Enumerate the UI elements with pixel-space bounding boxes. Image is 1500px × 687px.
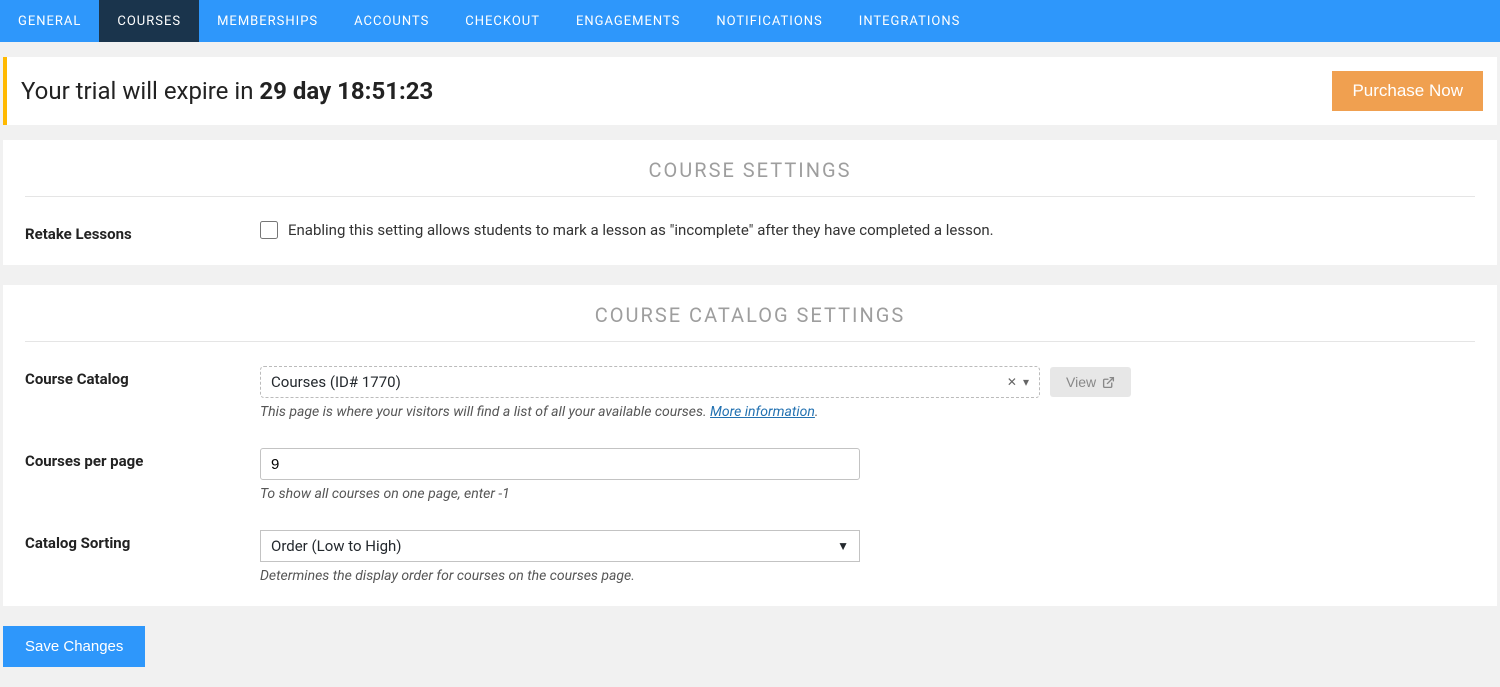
tab-notifications[interactable]: NOTIFICATIONS	[698, 0, 840, 42]
trial-countdown: 29 day 18:51:23	[259, 77, 433, 105]
trial-prefix: Your trial will expire in	[21, 77, 259, 105]
purchase-button[interactable]: Purchase Now	[1332, 71, 1483, 111]
tab-courses[interactable]: COURSES	[99, 0, 199, 42]
course-catalog-select[interactable]: Courses (ID# 1770) ✕ ▾	[260, 366, 1040, 398]
course-catalog-selected: Courses (ID# 1770)	[271, 373, 401, 391]
trial-banner: Your trial will expire in 29 day 18:51:2…	[3, 57, 1497, 125]
view-button-label: View	[1066, 374, 1096, 390]
clear-icon[interactable]: ✕	[1007, 375, 1017, 389]
tab-integrations[interactable]: INTEGRATIONS	[841, 0, 979, 42]
chevron-down-icon: ▼	[837, 539, 849, 553]
catalog-sorting-selected: Order (Low to High)	[271, 537, 402, 555]
more-information-link[interactable]: More information	[710, 404, 815, 420]
retake-lessons-description: Enabling this setting allows students to…	[288, 221, 994, 239]
catalog-sorting-label: Catalog Sorting	[25, 530, 260, 552]
retake-lessons-label: Retake Lessons	[25, 221, 260, 243]
course-catalog-help: This page is where your visitors will fi…	[260, 404, 1475, 420]
course-catalog-settings-title: COURSE CATALOG SETTINGS	[25, 303, 1475, 342]
courses-per-page-row: Courses per page To show all courses on …	[25, 448, 1475, 502]
tab-general[interactable]: GENERAL	[0, 0, 99, 42]
catalog-sorting-help: Determines the display order for courses…	[260, 568, 1475, 584]
tab-engagements[interactable]: ENGAGEMENTS	[558, 0, 698, 42]
catalog-sorting-select[interactable]: Order (Low to High) ▼	[260, 530, 860, 562]
trial-text: Your trial will expire in 29 day 18:51:2…	[21, 77, 433, 105]
save-changes-button[interactable]: Save Changes	[3, 626, 145, 667]
catalog-sorting-row: Catalog Sorting Order (Low to High) ▼ De…	[25, 530, 1475, 584]
top-tabs: GENERAL COURSES MEMBERSHIPS ACCOUNTS CHE…	[0, 0, 1500, 42]
courses-per-page-input[interactable]	[260, 448, 860, 480]
course-catalog-settings-panel: COURSE CATALOG SETTINGS Course Catalog C…	[3, 285, 1497, 606]
course-settings-title: COURSE SETTINGS	[25, 158, 1475, 197]
courses-per-page-label: Courses per page	[25, 448, 260, 470]
retake-lessons-row: Retake Lessons Enabling this setting all…	[25, 221, 1475, 243]
save-row: Save Changes	[3, 626, 1497, 667]
course-catalog-row: Course Catalog Courses (ID# 1770) ✕ ▾ Vi…	[25, 366, 1475, 420]
retake-lessons-checkbox[interactable]	[260, 221, 278, 239]
course-settings-panel: COURSE SETTINGS Retake Lessons Enabling …	[3, 140, 1497, 265]
external-link-icon	[1102, 376, 1115, 389]
courses-per-page-help: To show all courses on one page, enter -…	[260, 486, 1475, 502]
course-catalog-label: Course Catalog	[25, 366, 260, 388]
view-button[interactable]: View	[1050, 367, 1131, 397]
tab-accounts[interactable]: ACCOUNTS	[336, 0, 447, 42]
tab-checkout[interactable]: CHECKOUT	[447, 0, 558, 42]
retake-lessons-checkbox-wrap[interactable]: Enabling this setting allows students to…	[260, 221, 1475, 239]
chevron-down-icon[interactable]: ▾	[1023, 375, 1029, 389]
tab-memberships[interactable]: MEMBERSHIPS	[199, 0, 336, 42]
